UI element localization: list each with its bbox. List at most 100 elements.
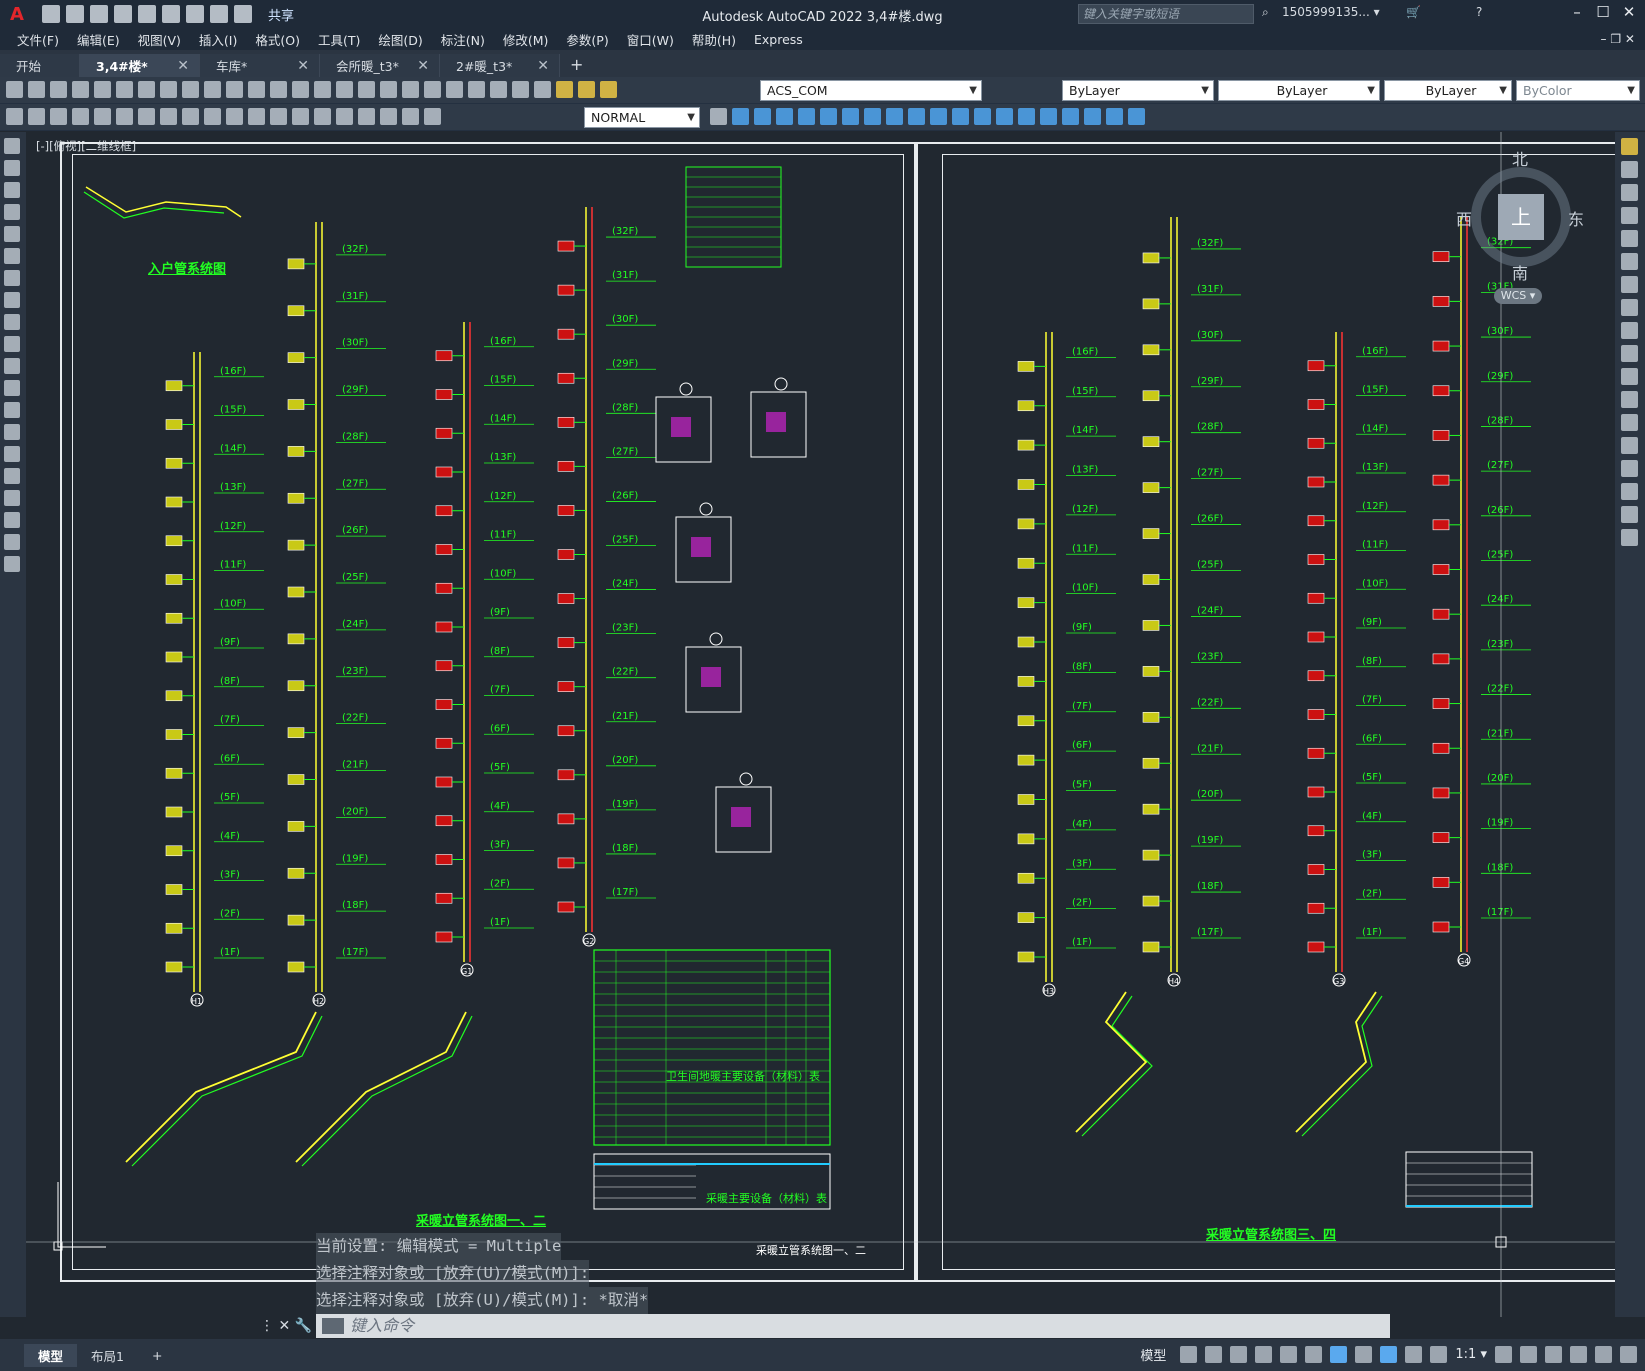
- zoom-previous-icon[interactable]: [358, 81, 375, 98]
- construction-line-icon[interactable]: [4, 160, 20, 176]
- zoom-window-icon[interactable]: [336, 81, 353, 98]
- search-input[interactable]: 键入关键字或短语: [1078, 4, 1254, 24]
- undo-icon[interactable]: [210, 5, 228, 23]
- fillet-icon[interactable]: [1621, 483, 1638, 500]
- lineweight-icon[interactable]: [1355, 1346, 1373, 1363]
- dimstyle-dropdown[interactable]: NORMAL ▼: [584, 107, 700, 128]
- tool-palettes-icon[interactable]: [424, 81, 441, 98]
- tab-building-2[interactable]: 2#暖_t3* ✕: [440, 54, 560, 77]
- customization-menu-icon[interactable]: [1620, 1346, 1637, 1363]
- extrude-icon[interactable]: [820, 108, 837, 125]
- 3d-solid-icon[interactable]: [732, 108, 749, 125]
- properties-icon[interactable]: [380, 81, 397, 98]
- interfere-icon[interactable]: [886, 108, 903, 125]
- insert-block-icon[interactable]: [4, 380, 20, 396]
- command-input[interactable]: 键入命令: [316, 1314, 1390, 1338]
- tolerance-icon[interactable]: [292, 108, 309, 125]
- model-space-toggle[interactable]: 模型: [1140, 1345, 1166, 1364]
- osnap-icon[interactable]: [1330, 1346, 1348, 1363]
- add-selected-icon[interactable]: [4, 556, 20, 572]
- compass-south[interactable]: 南: [1512, 260, 1528, 284]
- erase-icon[interactable]: [1621, 138, 1638, 155]
- blend-icon[interactable]: [1621, 506, 1638, 523]
- dim-diameter-icon[interactable]: [138, 108, 155, 125]
- dim-jogged-icon[interactable]: [116, 108, 133, 125]
- color-faces-icon[interactable]: [1040, 108, 1057, 125]
- menu-file[interactable]: 文件(F): [8, 30, 68, 49]
- mirror-icon[interactable]: [1621, 184, 1638, 201]
- plot-icon[interactable]: [162, 5, 180, 23]
- layer-lock-icon[interactable]: [600, 81, 617, 98]
- ellipse-icon[interactable]: [4, 336, 20, 352]
- layout-tab-model[interactable]: 模型: [24, 1343, 78, 1367]
- break-at-point-icon[interactable]: [1621, 391, 1638, 408]
- close-tab-icon[interactable]: ✕: [177, 58, 189, 74]
- add-layout-button[interactable]: +: [138, 1346, 176, 1365]
- menu-edit[interactable]: 编辑(E): [68, 30, 129, 49]
- jogged-linear-icon[interactable]: [358, 108, 375, 125]
- viewcube[interactable]: 上 北 南 东 西 WCS ▾: [1456, 150, 1586, 304]
- compass-north[interactable]: 北: [1512, 146, 1528, 170]
- mtext-icon[interactable]: [4, 534, 20, 550]
- maximize-button[interactable]: ☐: [1592, 3, 1614, 25]
- offset-icon[interactable]: [1621, 207, 1638, 224]
- hardware-acceleration-icon[interactable]: [1545, 1346, 1562, 1363]
- dim-arc-icon[interactable]: [50, 108, 67, 125]
- tab-start[interactable]: 开始: [0, 54, 80, 77]
- command-icon[interactable]: [322, 1318, 344, 1334]
- dim-break-icon[interactable]: [270, 108, 287, 125]
- tab-3-4-building[interactable]: 3,4#楼* ✕: [80, 54, 200, 77]
- menu-help[interactable]: 帮助(H): [683, 30, 745, 49]
- layer-freeze-icon[interactable]: [578, 81, 595, 98]
- close-tab-icon[interactable]: ✕: [417, 58, 429, 74]
- snap-icon[interactable]: [1205, 1346, 1223, 1363]
- menu-dimension[interactable]: 标注(N): [432, 30, 494, 49]
- autocad-logo-icon[interactable]: A: [0, 0, 34, 28]
- annotation-scale[interactable]: 1:1 ▾: [1455, 1347, 1487, 1362]
- wcs-menu[interactable]: WCS ▾: [1494, 288, 1542, 304]
- 3d-dwf-icon[interactable]: [138, 81, 155, 98]
- copy-icon[interactable]: [1621, 161, 1638, 178]
- extend-icon[interactable]: [1621, 368, 1638, 385]
- help-icon[interactable]: [512, 81, 529, 98]
- slice-icon[interactable]: [864, 108, 881, 125]
- gradient-icon[interactable]: [4, 468, 20, 484]
- intersect-icon[interactable]: [798, 108, 815, 125]
- dim-edit-icon[interactable]: [380, 108, 397, 125]
- isodraft-icon[interactable]: [1280, 1346, 1298, 1363]
- pan-icon[interactable]: [292, 81, 309, 98]
- inspection-icon[interactable]: [336, 108, 353, 125]
- new-tab-button[interactable]: +: [570, 55, 583, 74]
- table-icon[interactable]: [4, 512, 20, 528]
- cart-icon[interactable]: 🛒: [1406, 5, 1421, 19]
- rectangle-icon[interactable]: [4, 226, 20, 242]
- menu-view[interactable]: 视图(V): [129, 30, 190, 49]
- extract-edges-icon[interactable]: [952, 108, 969, 125]
- scale-icon[interactable]: [1621, 299, 1638, 316]
- close-button[interactable]: ✕: [1618, 3, 1640, 25]
- revolve-icon[interactable]: [842, 108, 859, 125]
- center-mark-icon[interactable]: [314, 108, 331, 125]
- search-icon[interactable]: ⌕: [1262, 5, 1269, 20]
- open-icon[interactable]: [28, 81, 45, 98]
- compass-west[interactable]: 西: [1456, 206, 1472, 230]
- polyline-icon[interactable]: [4, 182, 20, 198]
- plotstyle-dropdown[interactable]: ByColor ▼: [1516, 80, 1640, 101]
- move-icon[interactable]: [1621, 253, 1638, 270]
- drawing-canvas[interactable]: [-][俯视][二维线框] (1F) (2F) (3F) (4F) (5F) (6F) (7…: [26, 132, 1615, 1317]
- menu-format[interactable]: 格式(O): [246, 30, 309, 49]
- undo-icon[interactable]: [248, 81, 265, 98]
- make-block-icon[interactable]: [4, 402, 20, 418]
- region-icon[interactable]: [4, 490, 20, 506]
- section-icon[interactable]: [908, 108, 925, 125]
- user-account[interactable]: 1505999135... ▾: [1282, 5, 1380, 19]
- plot-icon[interactable]: [72, 81, 89, 98]
- menu-tools[interactable]: 工具(T): [309, 30, 369, 49]
- polygon-icon[interactable]: [4, 204, 20, 220]
- design-center-icon[interactable]: [402, 81, 419, 98]
- publish-icon[interactable]: [116, 81, 133, 98]
- clean-screen-icon[interactable]: [1595, 1346, 1612, 1363]
- annotation-visibility-icon[interactable]: [1380, 1346, 1398, 1363]
- match-properties-icon[interactable]: [226, 81, 243, 98]
- share-button[interactable]: 共享: [268, 5, 294, 24]
